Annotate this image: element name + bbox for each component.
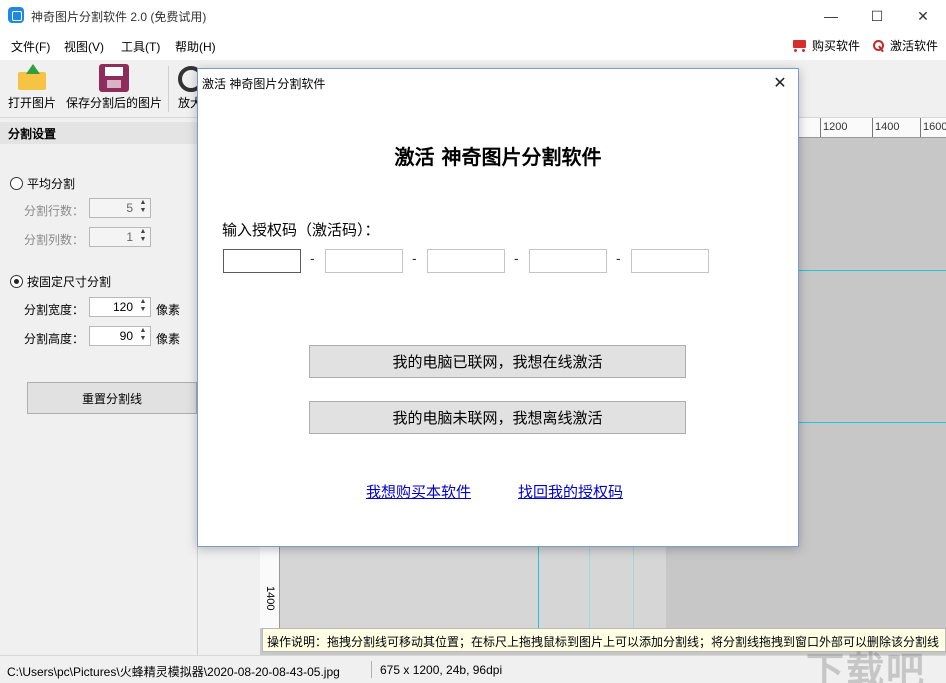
width-value: 120 bbox=[112, 300, 133, 314]
image-preview bbox=[280, 546, 666, 628]
ruler-label: 1400 bbox=[264, 586, 276, 611]
open-image-label: 打开图片 bbox=[8, 96, 57, 110]
cols-label: 分割列数： bbox=[24, 233, 85, 247]
code-separator: - bbox=[310, 250, 315, 266]
minimize-icon: — bbox=[824, 8, 838, 24]
stepper-arrows-icon[interactable]: ▲ ▼ bbox=[136, 327, 150, 345]
width-unit: 像素 bbox=[156, 303, 181, 317]
window-title: 神奇图片分割软件 2.0 (免费试用) bbox=[31, 10, 207, 24]
activation-dialog: 激活 神奇图片分割软件 ✕ 激活 神奇图片分割软件 输入授权码（激活码）： - … bbox=[197, 68, 799, 547]
toolbar-divider bbox=[168, 66, 169, 112]
status-divider bbox=[371, 661, 372, 678]
stepper-arrows-icon[interactable]: ▲ ▼ bbox=[136, 298, 150, 316]
buy-software-link[interactable]: 我想购买本软件 bbox=[366, 481, 471, 502]
even-split-label: 平均分割 bbox=[27, 177, 76, 191]
buy-software-button[interactable]: 购买软件 bbox=[790, 37, 860, 54]
ruler-label: 1400 bbox=[875, 121, 900, 133]
menu-file[interactable]: 文件(F) bbox=[11, 38, 50, 55]
key-icon bbox=[872, 39, 886, 53]
fixed-size-split-label: 按固定尺寸分割 bbox=[27, 275, 112, 289]
code-field-5[interactable] bbox=[631, 249, 709, 273]
height-label: 分割高度： bbox=[24, 332, 85, 346]
close-icon: ✕ bbox=[773, 75, 787, 92]
dialog-title: 激活 神奇图片分割软件 bbox=[202, 77, 326, 91]
dialog-heading: 激活 神奇图片分割软件 bbox=[394, 145, 602, 169]
open-folder-icon bbox=[16, 64, 48, 92]
maximize-icon: ☐ bbox=[870, 7, 884, 24]
maximize-button[interactable]: ☐ bbox=[854, 0, 900, 32]
offline-activate-button[interactable]: 我的电脑未联网，我想离线激活 bbox=[309, 401, 686, 434]
split-line-horizontal[interactable] bbox=[798, 270, 946, 271]
split-line-vertical[interactable] bbox=[633, 546, 634, 628]
save-split-label: 保存分割后的图片 bbox=[66, 96, 163, 110]
ruler-horizontal[interactable]: 1200 1400 1600 bbox=[798, 118, 946, 138]
activate-software-button[interactable]: 激活软件 bbox=[872, 37, 938, 54]
code-field-4[interactable] bbox=[529, 249, 607, 273]
code-separator: - bbox=[412, 250, 417, 266]
split-line-vertical[interactable] bbox=[538, 546, 539, 628]
stepper-arrows-icon[interactable]: ▲ ▼ bbox=[136, 228, 150, 246]
buy-software-label: 购买软件 bbox=[812, 39, 861, 53]
ruler-vertical[interactable]: 1400 bbox=[260, 546, 280, 628]
status-file-path: C:\Users\pc\Pictures\火蜂精灵模拟器\2020-08-20-… bbox=[7, 665, 340, 679]
radio-indicator-selected bbox=[10, 275, 23, 288]
dialog-close-button[interactable]: ✕ bbox=[768, 72, 792, 96]
height-value: 90 bbox=[119, 329, 133, 343]
status-image-info: 675 x 1200, 24b, 96dpi bbox=[380, 663, 503, 677]
watermark-logo: 下载吧 bbox=[806, 649, 927, 683]
split-settings-panel: 分割设置 平均分割 分割行数： 5 ▲ ▼ 分割列数： 1 ▲ ▼ 按固定尺寸分割 … bbox=[0, 118, 198, 655]
save-split-button[interactable]: 保存分割后的图片 bbox=[66, 64, 162, 111]
code-field-2[interactable] bbox=[325, 249, 403, 273]
close-button[interactable]: ✕ bbox=[900, 0, 946, 32]
width-stepper[interactable]: 120 ▲ ▼ bbox=[89, 297, 151, 317]
app-icon bbox=[8, 7, 24, 23]
online-activate-button[interactable]: 我的电脑已联网，我想在线激活 bbox=[309, 345, 686, 378]
cols-stepper[interactable]: 1 ▲ ▼ bbox=[89, 227, 151, 247]
activate-software-label: 激活软件 bbox=[890, 39, 939, 53]
reset-split-lines-button[interactable]: 重置分割线 bbox=[27, 382, 197, 414]
code-separator: - bbox=[616, 250, 621, 266]
stepper-arrows-icon[interactable]: ▲ ▼ bbox=[136, 199, 150, 217]
open-image-button[interactable]: 打开图片 bbox=[8, 64, 56, 111]
ruler-label: 1600 bbox=[923, 121, 946, 133]
menu-bar: 文件(F) 视图(V) 工具(T) 帮助(H) 购买软件 激活软件 bbox=[0, 32, 946, 60]
close-icon: ✕ bbox=[917, 7, 929, 24]
menu-tools[interactable]: 工具(T) bbox=[121, 38, 160, 55]
rows-value: 5 bbox=[126, 201, 133, 215]
split-line-horizontal[interactable] bbox=[798, 422, 946, 423]
menu-help[interactable]: 帮助(H) bbox=[175, 38, 216, 55]
rows-label: 分割行数： bbox=[24, 204, 85, 218]
width-label: 分割宽度： bbox=[24, 303, 85, 317]
fixed-size-split-radio[interactable]: 按固定尺寸分割 bbox=[10, 273, 111, 290]
title-bar: 神奇图片分割软件 2.0 (免费试用) — ☐ ✕ bbox=[0, 0, 946, 32]
code-field-1[interactable] bbox=[223, 249, 301, 273]
save-icon bbox=[99, 64, 129, 92]
code-label: 输入授权码（激活码）： bbox=[222, 222, 380, 239]
height-stepper[interactable]: 90 ▲ ▼ bbox=[89, 326, 151, 346]
minimize-button[interactable]: — bbox=[808, 0, 854, 32]
status-bar: C:\Users\pc\Pictures\火蜂精灵模拟器\2020-08-20-… bbox=[0, 655, 946, 683]
even-split-radio[interactable]: 平均分割 bbox=[10, 175, 75, 192]
radio-indicator bbox=[10, 177, 23, 190]
split-line-vertical[interactable] bbox=[589, 546, 590, 628]
cart-icon bbox=[790, 39, 808, 53]
code-field-3[interactable] bbox=[427, 249, 505, 273]
height-unit: 像素 bbox=[156, 332, 181, 346]
cols-value: 1 bbox=[126, 230, 133, 244]
recover-code-link[interactable]: 找回我的授权码 bbox=[518, 481, 623, 502]
code-separator: - bbox=[514, 250, 519, 266]
menu-view[interactable]: 视图(V) bbox=[64, 38, 104, 55]
ruler-label: 1200 bbox=[823, 121, 848, 133]
panel-header: 分割设置 bbox=[0, 122, 198, 144]
rows-stepper[interactable]: 5 ▲ ▼ bbox=[89, 198, 151, 218]
